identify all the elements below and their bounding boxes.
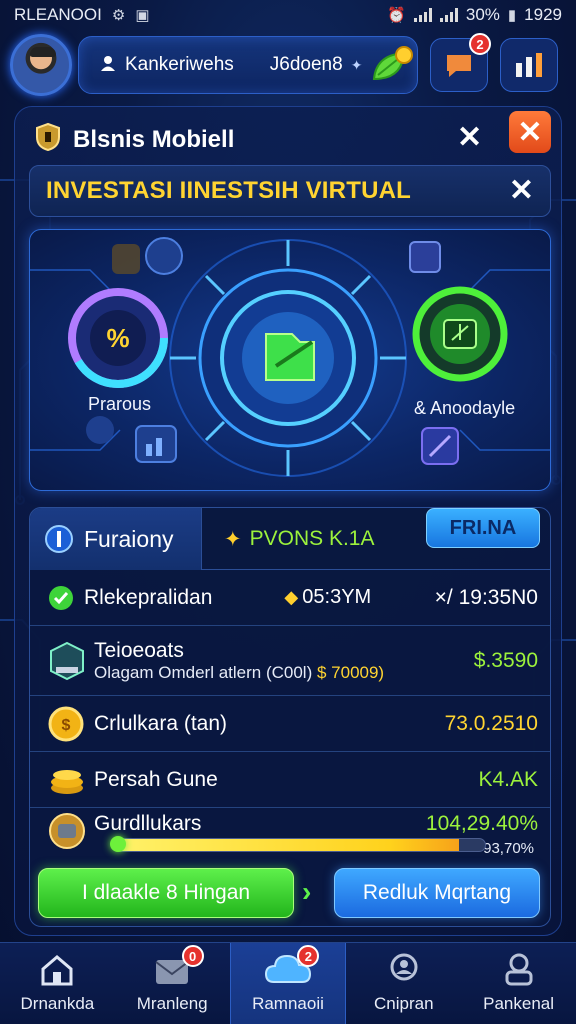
header: Kankeriwehs J6doen8 ✦ 2: [10, 33, 566, 96]
settings-icon: ⚙: [111, 7, 126, 24]
nav-label-mail: Mranleng: [136, 994, 208, 1013]
nav-item-profile[interactable]: Pankenal: [461, 943, 576, 1024]
clock-label: 1929: [524, 5, 562, 24]
hero-illustration: % Prarous & Anoodayle: [29, 229, 551, 491]
hero-right-label: & Anoodayle: [414, 398, 516, 418]
stat-row-1-value-b: ×/ 19:35N0: [434, 585, 538, 609]
panel-title: Blsnis Mobiell: [35, 117, 234, 163]
avatar[interactable]: [10, 34, 72, 96]
battery-icon: ▮: [507, 7, 517, 24]
secondary-action-button[interactable]: Redluk Mqrtang: [334, 868, 540, 918]
stat-row-3-label: Crlulkara (tan): [94, 711, 228, 735]
close-icon[interactable]: ✕: [457, 123, 482, 153]
banner-close-icon[interactable]: ✕: [509, 176, 534, 206]
nav-label-profile: Pankenal: [483, 994, 555, 1013]
carrier-label: RLEANOOI: [14, 5, 102, 24]
nav-cloud-badge: 2: [297, 945, 320, 967]
tab-active-label: Furaiony: [84, 525, 174, 552]
user-search-icon: [390, 953, 418, 981]
svg-text:%: %: [106, 323, 129, 353]
progress-fill: [115, 839, 460, 851]
hero-graphic: %: [30, 237, 550, 477]
status-bar: RLEANOOI ⚙ ▣ ⏰ 30% ▮ 1929: [0, 0, 576, 30]
tab-active[interactable]: Furaiony: [30, 508, 202, 570]
stat-row-2-sub-value: $ 70009): [316, 662, 385, 682]
bar-chart-icon: [516, 53, 542, 77]
coin-icon: ◆: [284, 587, 299, 607]
coin-stack-icon: [51, 769, 83, 794]
nav-item-search-user[interactable]: Cnipran: [346, 943, 461, 1024]
tab-second[interactable]: ✦ PVONS K.1A: [202, 508, 375, 570]
notification-button[interactable]: 2: [430, 33, 491, 92]
svg-text:$: $: [62, 717, 71, 734]
chat-bubble-icon: [447, 55, 471, 77]
panel-title-text: Blsnis Mobiell: [73, 126, 235, 153]
primary-action-button[interactable]: I dlaakle 8 Hingan: [38, 868, 294, 918]
hero-left-label: Prarous: [88, 394, 152, 414]
stat-row-5-value: 104,29.40%: [425, 812, 538, 835]
robot-icon: [49, 813, 85, 849]
stat-row-1-value-a: 05:3YM: [302, 586, 372, 608]
battery-label: 30%: [465, 5, 500, 24]
check-icon: [49, 585, 73, 610]
banner-title: INVESTASI IINESTSIH VIRTUAL: [46, 177, 411, 204]
profile-icon: [505, 953, 533, 986]
stat-row-5-label: Gurdllukars: [94, 812, 202, 835]
sparkle-icon: ✦: [350, 56, 363, 73]
signal-icon: [413, 8, 432, 22]
notification-badge: 2: [469, 33, 491, 55]
username: Kankeriwehs: [125, 54, 234, 75]
stat-row-4-label: Persah Gune: [94, 767, 218, 791]
progress-percent: 93,70%: [483, 840, 534, 857]
shield-icon: [35, 122, 61, 159]
stat-row-2-value: $.3590: [473, 648, 538, 672]
home-icon: [41, 955, 73, 986]
stat-row-2: Teioeoats Olagam Omderl atlern (C00l) $ …: [30, 626, 550, 696]
nav-label-home: Drnankda: [20, 994, 95, 1013]
business-panel: Blsnis Mobiell ✕ ✕ INVESTASI IINESTSIH V…: [14, 106, 562, 936]
arrow-right-icon: ›: [302, 876, 312, 907]
bottom-navigation: Drnankda 0 Mranleng 2 Ramnaoii Cnipran P…: [0, 942, 576, 1024]
stats-tabs: Furaiony ✦ PVONS K.1A FRI.NA: [30, 508, 550, 570]
nav-mail-badge: 0: [181, 945, 204, 967]
stat-row-4: Persah Gune K4.AK: [30, 752, 550, 808]
package-icon: [50, 641, 84, 680]
close-icon: ✕: [517, 115, 543, 149]
alarm-icon: ⏰: [387, 7, 406, 24]
progress-start-dot: [110, 836, 126, 852]
info-shield-icon: [45, 525, 73, 553]
stat-row-4-value: K4.AK: [478, 767, 538, 791]
close-button[interactable]: ✕: [509, 111, 551, 153]
tab-second-label: PVONS K.1A: [249, 527, 375, 550]
progress-bar: [114, 838, 486, 852]
screen-icon: ▣: [135, 7, 150, 24]
stat-row-3-value: 73.0.2510: [444, 711, 538, 735]
user-icon: [99, 54, 117, 77]
user-info-pill[interactable]: Kankeriwehs J6doen8 ✦: [78, 36, 418, 94]
leaf-reward-icon[interactable]: [370, 45, 416, 85]
nav-item-cloud[interactable]: 2 Ramnaoii: [229, 943, 347, 1024]
tab-action-button[interactable]: FRI.NA: [426, 508, 540, 548]
stat-row-2-label: Teioeoats: [94, 638, 184, 662]
stat-row-2-text: Teioeoats Olagam Omderl atlern (C00l) $ …: [94, 639, 384, 683]
nav-label-cloud: Ramnaoii: [252, 994, 324, 1013]
nav-item-mail[interactable]: 0 Mranleng: [115, 943, 230, 1024]
nav-label-search-user: Cnipran: [374, 994, 434, 1013]
gold-coin-icon: $: [48, 706, 84, 741]
stats-card: Furaiony ✦ PVONS K.1A FRI.NA Rlekepralid…: [29, 507, 551, 927]
stat-row-1: Rlekepralidan ◆ 05:3YM ×/ 19:35N0: [30, 570, 550, 626]
coin-balance: J6doen8: [269, 54, 343, 75]
signal-icon-2: [439, 8, 458, 22]
stats-button[interactable]: [500, 38, 558, 92]
stat-row-3: $ Crlulkara (tan) 73.0.2510: [30, 696, 550, 752]
investment-banner: INVESTASI IINESTSIH VIRTUAL ✕: [29, 165, 551, 217]
stat-row-2-subline: Olagam Omderl atlern (C00l) $ 70009): [94, 663, 384, 683]
stat-row-1-label: Rlekepralidan: [84, 585, 213, 609]
stat-row-2-sub: Olagam Omderl atlern (C00l): [94, 662, 313, 682]
star-icon: ✦: [224, 527, 242, 551]
nav-item-home[interactable]: Drnankda: [0, 943, 115, 1024]
